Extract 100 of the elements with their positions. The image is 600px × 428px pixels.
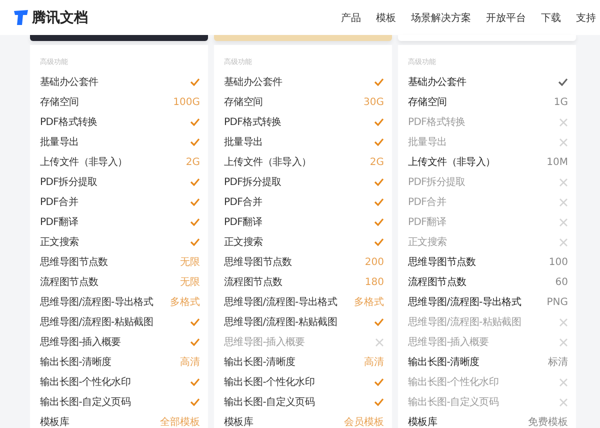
feature-label: PDF合并 (224, 196, 262, 209)
nav-link[interactable]: 产品 (341, 10, 361, 24)
check-icon (190, 78, 200, 86)
check-icon (374, 178, 384, 186)
nav-link[interactable]: 开放平台 (486, 10, 526, 24)
cross-icon (375, 338, 384, 346)
check-icon (190, 218, 200, 226)
feature-label: 存储空间 (40, 96, 79, 109)
feature-label: 思维导图/流程图-粘贴截图 (224, 316, 338, 329)
feature-value: 高清 (180, 356, 200, 369)
check-icon (374, 238, 384, 246)
logo-icon (13, 9, 29, 26)
feature-label: 上传文件（非导入） (408, 156, 496, 169)
feature-label: 思维导图/流程图-粘贴截图 (408, 316, 522, 329)
feature-label: 思维导图节点数 (40, 256, 108, 269)
cross-icon (559, 198, 568, 206)
feature-label: 思维导图-插入概要 (40, 336, 121, 349)
feature-label: PDF格式转换 (224, 116, 282, 129)
feature-label: PDF合并 (408, 196, 446, 209)
feature-value: 无限 (180, 256, 200, 269)
feature-label: 批量导出 (224, 136, 263, 149)
feature-label: 正文搜索 (408, 236, 447, 249)
feature-label: 流程图节点数 (408, 276, 466, 289)
feature-value: 免费模板 (528, 416, 568, 428)
feature-value: 2G (370, 156, 384, 168)
check-icon (190, 198, 200, 206)
feature-label: 思维导图/流程图-导出格式 (408, 296, 522, 309)
feature-label: 思维导图节点数 (408, 256, 476, 269)
check-icon (190, 178, 200, 186)
cross-icon (559, 218, 568, 226)
feature-label: 基础办公套件 (224, 76, 282, 89)
feature-label: PDF翻译 (408, 216, 446, 229)
feature-value: 10M (546, 156, 568, 168)
check-icon (190, 338, 200, 346)
feature-label: 输出长图-清晰度 (40, 356, 112, 369)
check-icon (374, 138, 384, 146)
feature-value: 30G (364, 96, 384, 108)
cross-icon (559, 398, 568, 406)
feature-label: 流程图节点数 (40, 276, 98, 289)
check-icon (374, 118, 384, 126)
cross-icon (559, 118, 568, 126)
feature-value: PNG (546, 296, 568, 308)
check-icon (374, 198, 384, 206)
nav-link[interactable]: 下载 (541, 10, 561, 24)
feature-label: 输出长图-个性化水印 (40, 376, 131, 389)
cross-icon (559, 378, 568, 386)
feature-label: 存储空间 (408, 96, 447, 109)
feature-label: 批量导出 (408, 136, 447, 149)
nav-link[interactable]: 模板 (376, 10, 396, 24)
feature-label: 思维导图-插入概要 (408, 336, 489, 349)
feature-label: 输出长图-自定义页码 (40, 396, 131, 409)
feature-label: 上传文件（非导入） (40, 156, 128, 169)
feature-label: 思维导图/流程图-导出格式 (40, 296, 154, 309)
check-icon (374, 398, 384, 406)
feature-label: 思维导图-插入概要 (224, 336, 305, 349)
feature-label: PDF格式转换 (40, 116, 98, 129)
check-icon (190, 238, 200, 246)
feature-label: 输出长图-清晰度 (408, 356, 480, 369)
feature-label: PDF合并 (40, 196, 78, 209)
check-icon (190, 318, 200, 326)
check-icon (190, 378, 200, 386)
feature-label: 输出长图-个性化水印 (224, 376, 315, 389)
feature-label: 上传文件（非导入） (224, 156, 312, 169)
feature-label: PDF格式转换 (408, 116, 466, 129)
feature-value: 全部模板 (160, 416, 200, 428)
feature-label: 输出长图-自定义页码 (408, 396, 499, 409)
feature-label: 基础办公套件 (40, 76, 98, 89)
feature-label: 模板库 (408, 416, 438, 428)
feature-value: 1G (554, 96, 568, 108)
feature-label: 流程图节点数 (224, 276, 282, 289)
check-icon (558, 78, 568, 86)
feature-label: 输出长图-个性化水印 (408, 376, 499, 389)
check-icon (190, 398, 200, 406)
check-icon (190, 138, 200, 146)
check-icon (374, 378, 384, 386)
feature-label: 思维导图/流程图-粘贴截图 (40, 316, 154, 329)
cross-icon (559, 318, 568, 326)
cross-icon (559, 138, 568, 146)
feature-value: 无限 (180, 276, 200, 289)
feature-label: PDF翻译 (40, 216, 78, 229)
cross-icon (559, 238, 568, 246)
feature-label: PDF拆分提取 (408, 176, 466, 189)
check-icon (374, 78, 384, 86)
feature-value: 会员模板 (344, 416, 384, 428)
feature-label: 基础办公套件 (408, 76, 466, 89)
feature-value: 180 (364, 276, 384, 288)
feature-label: 思维导图节点数 (224, 256, 292, 269)
nav-link[interactable]: 场景解决方案 (411, 10, 471, 24)
feature-value: 标清 (548, 356, 568, 369)
nav-link[interactable]: 支持 (576, 10, 596, 24)
feature-value: 200 (364, 256, 384, 268)
cross-icon (559, 178, 568, 186)
check-icon (374, 218, 384, 226)
feature-label: 模板库 (224, 416, 254, 428)
feature-label: 输出长图-清晰度 (224, 356, 296, 369)
feature-label: PDF拆分提取 (40, 176, 98, 189)
brand-name[interactable]: 腾讯文档 (32, 8, 88, 26)
feature-label: 批量导出 (40, 136, 79, 149)
check-icon (190, 118, 200, 126)
feature-label: PDF翻译 (224, 216, 262, 229)
